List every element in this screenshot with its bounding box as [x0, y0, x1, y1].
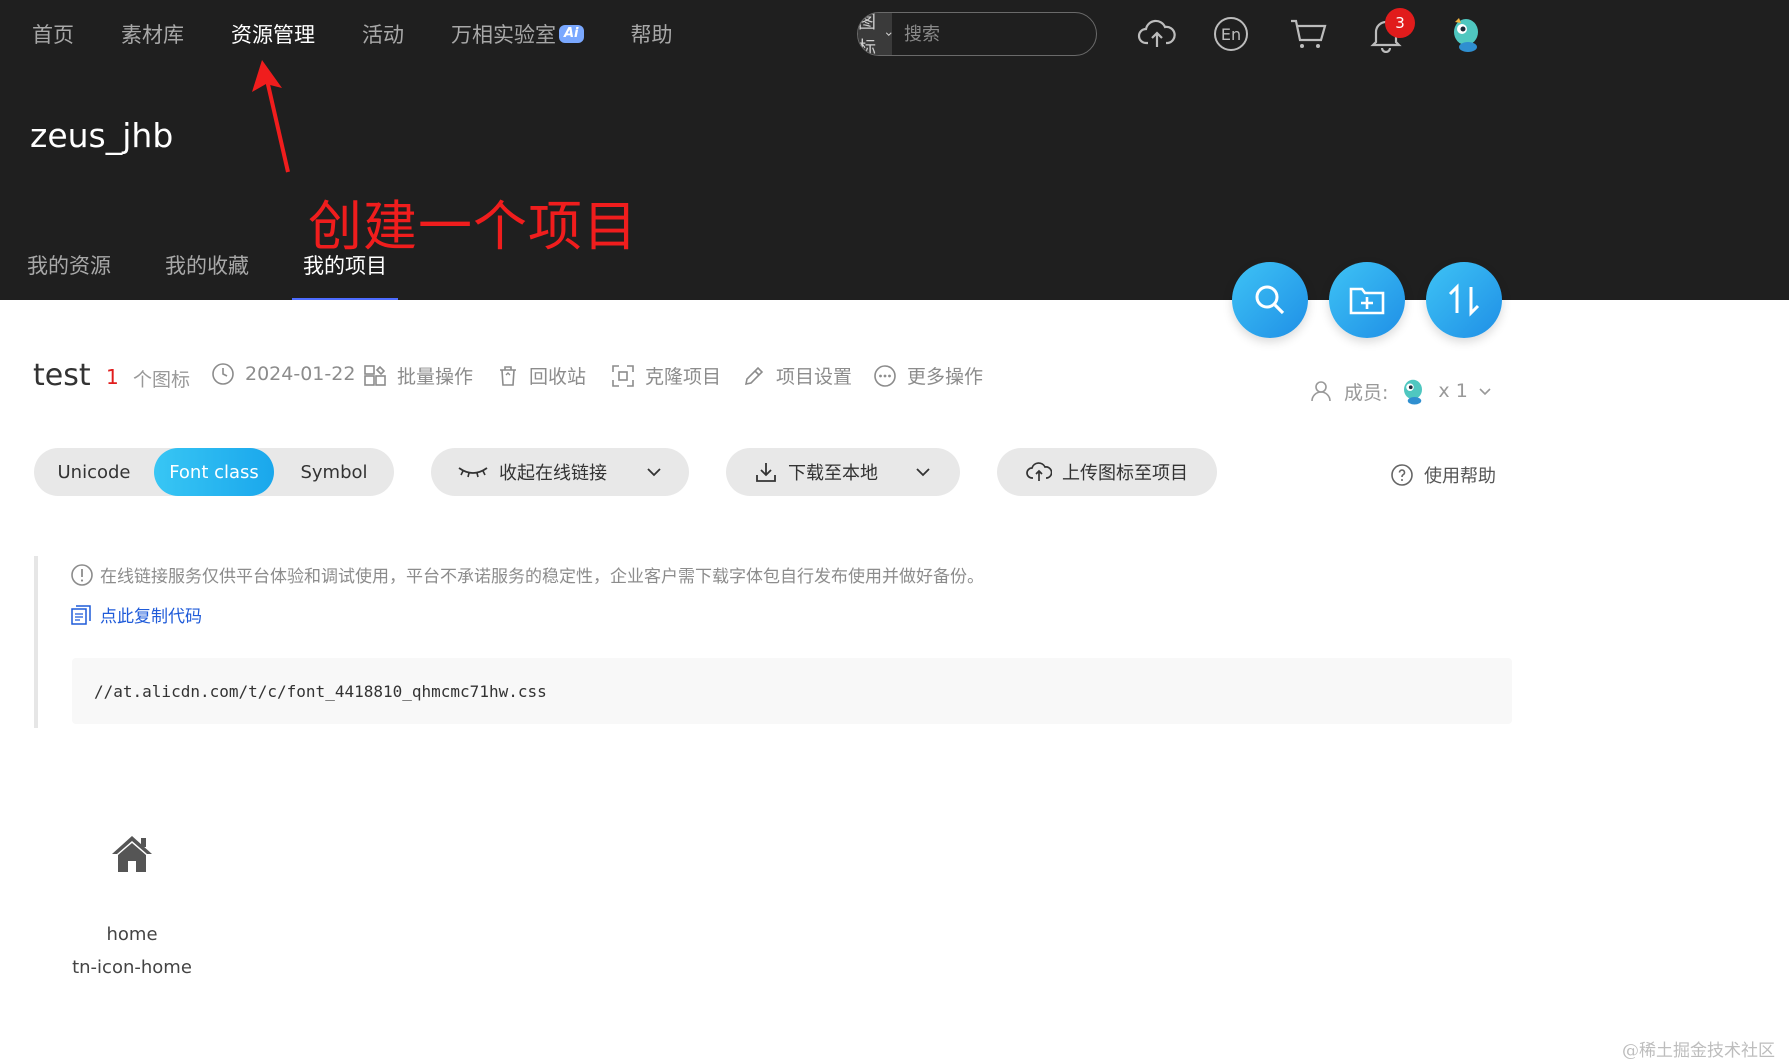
recycle-bin-label: 回收站 [529, 366, 587, 388]
chevron-down-icon [885, 32, 892, 36]
batch-operation-label: 批量操作 [397, 366, 474, 388]
collapse-online-link-label: 收起在线链接 [499, 463, 607, 484]
tab-my-projects[interactable]: 我的项目 [292, 250, 398, 300]
chevron-down-icon [916, 468, 930, 477]
members-dropdown[interactable]: 成员: x 1 [1310, 376, 1492, 406]
search-box: 图标 [857, 12, 1097, 56]
edit-icon [744, 366, 764, 385]
upload-cloud-icon [1137, 19, 1176, 47]
sort-button[interactable] [1426, 262, 1502, 338]
project-date-label: 2024-01-22 [245, 363, 356, 385]
search-type-label: 图标 [858, 12, 876, 56]
copy-code-label: 点此复制代码 [100, 607, 202, 627]
download-local-label: 下载至本地 [788, 463, 878, 484]
upload-to-project-label: 上传图标至项目 [1062, 463, 1188, 484]
annotation-arrow [252, 60, 290, 173]
notice-message: 在线链接服务仅供平台体验和调试使用，平台不承诺服务的稳定性，企业客户需下载字体包… [70, 562, 984, 587]
sub-navigation: 我的资源 我的收藏 我的项目 [27, 250, 441, 300]
collapse-online-link-button[interactable]: 收起在线链接 [431, 448, 689, 496]
language-en-icon: En [1214, 17, 1248, 51]
chevron-down-icon [647, 468, 661, 477]
question-icon [1391, 464, 1413, 486]
more-icon [874, 364, 896, 387]
members-count: x 1 [1438, 380, 1468, 402]
clock-icon [212, 363, 234, 385]
sort-icon [1448, 283, 1480, 317]
clone-icon [612, 364, 634, 387]
search-input[interactable] [892, 13, 1096, 55]
search-type-select[interactable]: 图标 [858, 13, 892, 55]
upload-to-project-button[interactable]: 上传图标至项目 [997, 448, 1217, 496]
link-type-switch: Unicode Font class Symbol [34, 448, 394, 496]
clone-project-button[interactable]: 克隆项目 [611, 362, 721, 389]
usage-help-link[interactable]: 使用帮助 [1390, 462, 1496, 488]
nav-resource-management[interactable]: 资源管理 [231, 19, 315, 49]
nav-lab-label: 万相实验室 [451, 23, 556, 47]
username: zeus_jhb [30, 116, 174, 155]
project-name: test [33, 358, 91, 393]
batch-operation-button[interactable]: 批量操作 [363, 362, 473, 389]
mode-unicode[interactable]: Unicode [34, 448, 154, 496]
batch-icon [364, 364, 386, 386]
icon-item-home[interactable]: home tn-icon-home [60, 820, 204, 990]
project-settings-label: 项目设置 [776, 366, 853, 388]
more-operations-label: 更多操作 [907, 366, 984, 388]
tab-my-resources[interactable]: 我的资源 [27, 250, 111, 300]
copy-icon [71, 604, 91, 625]
folder-add-icon [1349, 287, 1385, 315]
mode-font-class[interactable]: Font class [154, 448, 274, 496]
icon-count: 1 [106, 365, 119, 389]
chevron-down-icon [1479, 388, 1491, 396]
download-local-button[interactable]: 下载至本地 [726, 448, 960, 496]
notification-badge: 3 [1385, 8, 1415, 38]
nav-lab[interactable]: 万相实验室 Ai [451, 19, 584, 49]
recycle-bin-button[interactable]: 回收站 [497, 362, 586, 389]
members-label: 成员: [1344, 381, 1389, 404]
ai-badge: Ai [559, 25, 584, 43]
icon-name: home [106, 924, 158, 945]
copy-code-button[interactable]: 点此复制代码 [70, 602, 202, 627]
nav-materials[interactable]: 素材库 [121, 19, 184, 49]
recycle-bin-icon [500, 365, 516, 386]
project-settings-button[interactable]: 项目设置 [742, 362, 852, 389]
mode-symbol[interactable]: Symbol [274, 448, 394, 496]
nav-home[interactable]: 首页 [32, 19, 74, 49]
new-project-button[interactable] [1329, 262, 1405, 338]
info-icon [71, 563, 93, 586]
member-avatar [1404, 379, 1423, 405]
upload-cloud-icon [1026, 462, 1052, 481]
cart-button[interactable] [1288, 14, 1328, 54]
user-avatar[interactable] [1446, 14, 1486, 54]
project-date: 2024-01-22 [211, 362, 355, 386]
home-icon [112, 836, 152, 872]
css-link-code[interactable]: //at.alicdn.com/t/c/font_4418810_qhmcmc7… [72, 658, 1512, 724]
avatar-icon [1454, 18, 1478, 52]
notice-text: 在线链接服务仅供平台体验和调试使用，平台不承诺服务的稳定性，企业客户需下载字体包… [100, 567, 984, 587]
nav-help[interactable]: 帮助 [631, 19, 673, 49]
header-bar: 首页 素材库 资源管理 活动 万相实验室 Ai 帮助 图标 En 3 zeus_… [0, 0, 1789, 300]
search-project-button[interactable] [1232, 262, 1308, 338]
watermark: @稀土掘金技术社区 [1622, 1041, 1775, 1061]
search-icon [1255, 285, 1285, 315]
usage-help-label: 使用帮助 [1424, 466, 1496, 487]
language-button[interactable]: En [1211, 14, 1251, 54]
clone-project-label: 克隆项目 [645, 366, 722, 388]
icon-count-label: 个图标 [133, 369, 191, 391]
user-icon [1311, 381, 1331, 402]
nav-activities[interactable]: 活动 [362, 19, 404, 49]
upload-cloud-button[interactable] [1137, 14, 1177, 54]
top-navigation: 首页 素材库 资源管理 活动 万相实验室 Ai 帮助 [32, 18, 720, 50]
tab-my-favorites[interactable]: 我的收藏 [165, 250, 249, 300]
cart-icon [1291, 19, 1327, 48]
online-link-panel: 在线链接服务仅供平台体验和调试使用，平台不承诺服务的稳定性，企业客户需下载字体包… [34, 556, 1512, 728]
svg-text:En: En [1221, 25, 1241, 44]
eye-closed-icon [458, 467, 488, 478]
icon-class-name: tn-icon-home [72, 957, 192, 978]
download-icon [756, 463, 776, 482]
more-operations-button[interactable]: 更多操作 [873, 362, 983, 389]
